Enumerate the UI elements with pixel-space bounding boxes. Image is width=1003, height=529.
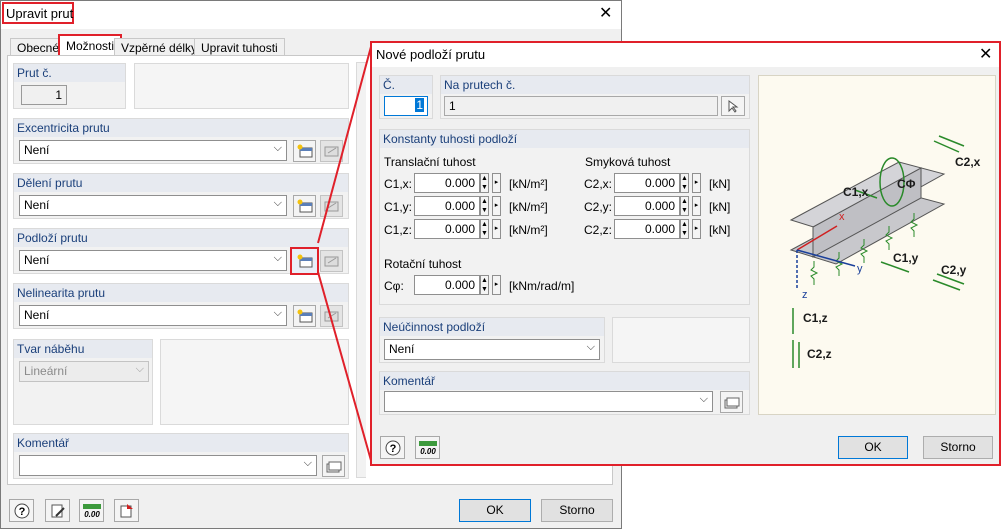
ineffective-preview	[612, 317, 750, 363]
diagram-c1y-label: C1,y	[893, 251, 919, 265]
c1x-input[interactable]: 0.000	[414, 173, 480, 193]
c2y-unit: [kN]	[709, 200, 731, 214]
diagram-cphi-label: CΦ	[897, 177, 916, 191]
diagram-c2z-label: C2,z	[807, 347, 832, 361]
diagram-c1z-label: C1,z	[803, 311, 828, 325]
spin-icon[interactable]: ▲ ▼	[480, 275, 489, 295]
sub-comment-library-button[interactable]	[720, 391, 743, 413]
spin-right-icon[interactable]: ▸	[492, 275, 501, 295]
diagram-svg: x y z C2,x C1,x CΦ C1,y C2,y C1,z C2,z	[789, 135, 981, 368]
library-icon	[724, 397, 739, 409]
spin-right-icon[interactable]: ▸	[492, 219, 501, 239]
sub-comment-input[interactable]: ⌵	[384, 391, 713, 412]
cphi-label: Cφ:	[384, 279, 404, 293]
svg-text:?: ?	[389, 443, 396, 455]
units-icon: 0.00	[418, 440, 437, 456]
sub-title-bar: Nové podloží prutu ✕	[372, 43, 999, 67]
new-member-foundation-dialog: Nové podloží prutu ✕ Č. 1 Na prutech č. …	[370, 41, 1001, 466]
c2x-unit: [kN]	[709, 177, 731, 191]
group-header: Komentář	[380, 372, 749, 390]
svg-text:0.00: 0.00	[420, 447, 436, 456]
spin-icon[interactable]: ▲ ▼	[680, 173, 689, 193]
sub-cancel-button[interactable]: Storno	[923, 436, 993, 459]
c1y-label: C1,y:	[384, 200, 413, 214]
group-header: Neúčinnost podloží	[380, 318, 604, 336]
on-members-input[interactable]: 1	[444, 96, 718, 116]
spin-right-icon[interactable]: ▸	[692, 219, 701, 239]
cphi-input[interactable]: 0.000	[414, 275, 480, 295]
c1y-input[interactable]: 0.000	[414, 196, 480, 216]
ineffective-select[interactable]: Není ⌵	[384, 339, 600, 360]
spin-icon[interactable]: ▲ ▼	[680, 196, 689, 216]
c1x-label: C1,x:	[384, 177, 413, 191]
diagram-c2x-label: C2,x	[955, 155, 981, 169]
group-header: Č.	[380, 76, 432, 94]
stiffness-group: Konstanty tuhosti podloží Translační tuh…	[379, 129, 750, 305]
c1y-unit: [kN/m²]	[509, 200, 548, 214]
sub-comment-group: Komentář ⌵	[379, 371, 750, 415]
spin-icon[interactable]: ▲ ▼	[480, 219, 489, 239]
select-members-button[interactable]	[721, 96, 745, 116]
help-icon: ?	[385, 440, 400, 455]
group-header: Na prutech č.	[441, 76, 749, 94]
on-members-group: Na prutech č. 1	[440, 75, 750, 119]
foundation-diagram: x y z C2,x C1,x CΦ C1,y C2,y C1,z C2,z	[758, 75, 996, 415]
sub-units-button[interactable]: 0.00	[415, 436, 440, 459]
no-group: Č. 1	[379, 75, 433, 119]
ineffective-group: Neúčinnost podloží Není ⌵	[379, 317, 605, 363]
sub-dialog-title: Nové podloží prutu	[376, 47, 486, 62]
rotational-label: Rotační tuhost	[384, 257, 462, 271]
chevron-down-icon: ⌵	[586, 341, 595, 353]
y-axis-label: y	[857, 263, 863, 275]
c1z-input[interactable]: 0.000	[414, 219, 480, 239]
spin-right-icon[interactable]: ▸	[492, 196, 501, 216]
cphi-unit: [kNm/rad/m]	[509, 279, 575, 293]
x-axis-label: x	[839, 211, 845, 223]
group-header: Konstanty tuhosti podloží	[380, 130, 749, 148]
c1z-label: C1,z:	[384, 223, 413, 237]
spin-right-icon[interactable]: ▸	[492, 173, 501, 193]
select-icon	[728, 100, 739, 113]
spin-right-icon[interactable]: ▸	[692, 196, 701, 216]
c2z-input[interactable]: 0.000	[614, 219, 680, 239]
close-icon[interactable]: ✕	[979, 47, 992, 63]
diagram-c1x-label: C1,x	[843, 185, 869, 199]
callout-line-bottom	[317, 271, 373, 465]
diagram-c2y-label: C2,y	[941, 263, 967, 277]
c2x-label: C2,x:	[584, 177, 613, 191]
no-input[interactable]: 1	[384, 96, 428, 116]
chevron-down-icon: ⌵	[699, 393, 708, 405]
spin-icon[interactable]: ▲ ▼	[680, 219, 689, 239]
c2z-unit: [kN]	[709, 223, 731, 237]
sub-help-button[interactable]: ?	[380, 436, 405, 459]
c1x-unit: [kN/m²]	[509, 177, 548, 191]
spin-icon[interactable]: ▲ ▼	[480, 196, 489, 216]
input-value: 1	[415, 98, 424, 112]
c2y-input[interactable]: 0.000	[614, 196, 680, 216]
callout-line-top	[317, 42, 373, 244]
spin-right-icon[interactable]: ▸	[692, 173, 701, 193]
c2x-input[interactable]: 0.000	[614, 173, 680, 193]
shear-label: Smyková tuhost	[585, 155, 671, 169]
spin-icon[interactable]: ▲ ▼	[480, 173, 489, 193]
c1z-unit: [kN/m²]	[509, 223, 548, 237]
select-value: Není	[389, 342, 415, 356]
c2z-label: C2,z:	[584, 223, 613, 237]
c2y-label: C2,y:	[584, 200, 613, 214]
z-axis-label: z	[802, 289, 808, 301]
sub-ok-button[interactable]: OK	[838, 436, 908, 459]
translational-label: Translační tuhost	[384, 155, 476, 169]
